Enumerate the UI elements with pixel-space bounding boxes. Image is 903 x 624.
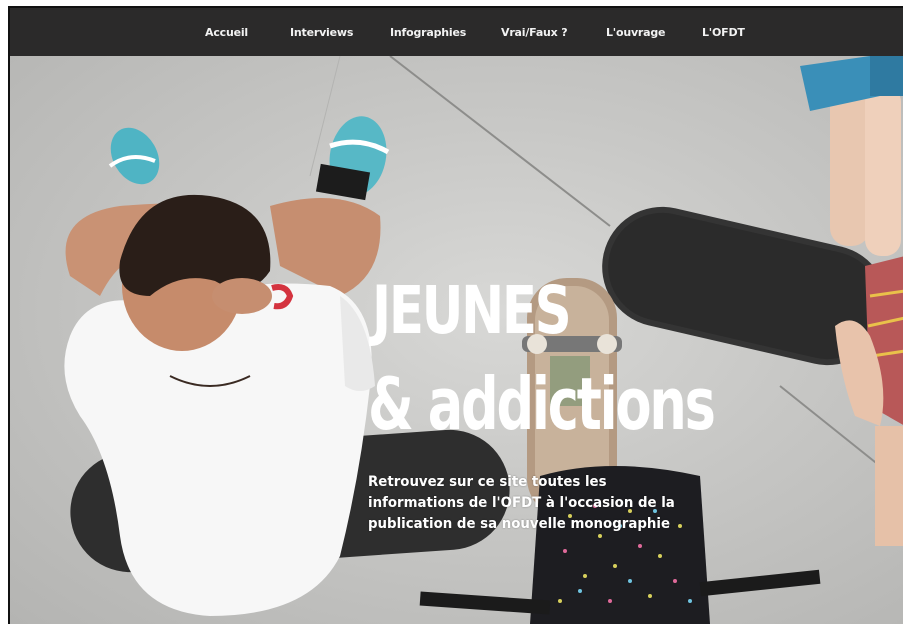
sneakers — [108, 116, 390, 201]
nav-item-interviews[interactable]: Interviews — [290, 26, 353, 39]
hero-banner: JEUNES & addictions Retrouvez sur ce sit… — [10, 56, 903, 624]
nav-item-infographies[interactable]: Infographies — [390, 26, 466, 39]
nav-item-ouvrage[interactable]: L'ouvrage — [606, 26, 666, 39]
hero-title-line-2: & addictions — [368, 362, 716, 446]
nav-item-vrai-faux[interactable]: Vrai/Faux ? — [501, 26, 568, 39]
top-navigation-bar: Accueil Interviews Infographies Vrai/Fau… — [10, 6, 903, 56]
nav-item-ofdt[interactable]: L'OFDT — [702, 26, 745, 39]
page-frame: Accueil Interviews Infographies Vrai/Fau… — [8, 6, 903, 624]
nav-item-accueil[interactable]: Accueil — [205, 26, 248, 39]
hero-intro-text: Retrouvez sur ce site toutes les informa… — [368, 474, 675, 532]
hero-title-line-1: JEUNES — [372, 272, 572, 349]
